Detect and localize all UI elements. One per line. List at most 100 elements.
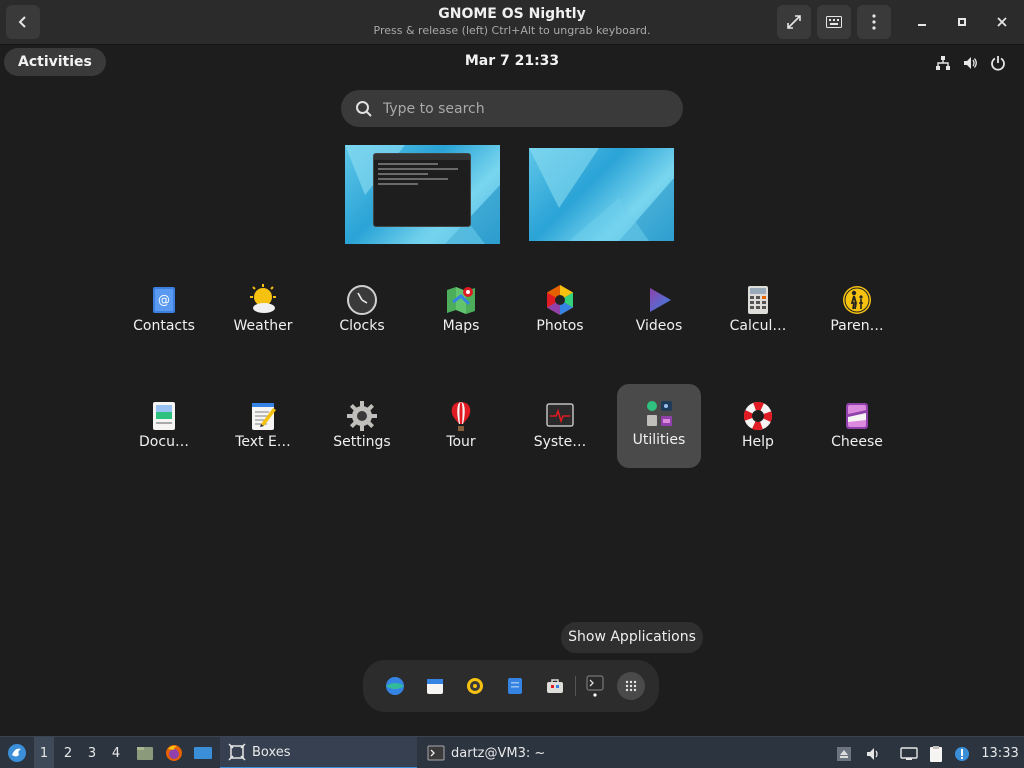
app-label: Help (742, 434, 774, 450)
launcher-files[interactable] (134, 737, 156, 768)
cheese-icon (846, 403, 868, 429)
boxes-icon (228, 743, 246, 761)
firefox-icon (166, 745, 182, 761)
kebab-menu-icon (872, 14, 876, 30)
workspace-1[interactable]: 1 (34, 737, 54, 768)
calculator-icon (748, 286, 768, 314)
minimize-icon (918, 24, 926, 26)
app-label: Photos (536, 318, 584, 334)
panel-clock[interactable]: Mar 7 21:33 (0, 53, 1024, 69)
app-text-editor[interactable]: Text E… (221, 386, 305, 470)
volume-icon[interactable] (864, 745, 882, 763)
web-browser-icon (386, 677, 404, 695)
search-bar[interactable] (341, 90, 683, 127)
workspace-thumbnail-2[interactable] (529, 148, 674, 241)
app-parental-controls[interactable]: Paren… (815, 270, 899, 354)
menu-button[interactable] (857, 5, 891, 39)
volume-icon[interactable] (961, 54, 979, 72)
workspace-2[interactable]: 2 (58, 737, 78, 768)
dash-software[interactable] (543, 674, 567, 698)
minimize-button[interactable] (908, 8, 936, 36)
dash-rhythmbox[interactable] (463, 674, 487, 698)
launcher-show-desktop[interactable] (192, 737, 214, 768)
weather-icon (250, 284, 276, 313)
app-label: Syste… (533, 434, 587, 450)
task-boxes[interactable]: Boxes (220, 737, 417, 768)
app-maps[interactable]: Maps (419, 270, 503, 354)
music-player-icon (467, 678, 483, 694)
app-label: Docu… (139, 434, 189, 450)
app-photos[interactable]: Photos (518, 270, 602, 354)
app-help[interactable]: Help (716, 386, 800, 470)
app-label: Text E… (235, 434, 291, 450)
dash-terminal[interactable] (583, 674, 607, 698)
app-grid-icon (625, 680, 637, 692)
dash-notes[interactable] (503, 674, 527, 698)
show-applications-button[interactable] (617, 672, 645, 700)
dash-web-browser[interactable] (383, 674, 407, 698)
search-icon (356, 101, 372, 117)
task-label: Boxes (252, 744, 291, 760)
workspace-thumbnail-1[interactable] (345, 145, 500, 244)
desktop-icon (194, 747, 212, 759)
start-menu-button[interactable] (4, 737, 30, 768)
clocks-icon (347, 285, 377, 315)
wallpaper-pattern (529, 148, 674, 241)
notification-icon[interactable] (953, 745, 971, 763)
show-applications-tooltip: Show Applications (561, 622, 703, 653)
keyboard-button[interactable] (817, 5, 851, 39)
terminal-icon (586, 675, 604, 697)
fullscreen-button[interactable] (777, 5, 811, 39)
eject-icon[interactable] (835, 745, 853, 763)
photos-icon (547, 285, 573, 315)
window-titlebar: GNOME OS Nightly Press & release (left) … (0, 0, 1024, 45)
text-editor-icon (252, 403, 276, 430)
task-terminal[interactable]: dartz@VM3: ~ (419, 737, 599, 768)
dash-calendar[interactable] (423, 674, 447, 698)
app-tour[interactable]: Tour (419, 386, 503, 470)
clipboard-icon[interactable] (927, 745, 945, 763)
maps-icon (447, 287, 475, 314)
power-icon[interactable] (989, 54, 1007, 72)
search-input[interactable] (383, 90, 673, 127)
document-icon (508, 678, 522, 694)
task-label: dartz@VM3: ~ (451, 745, 546, 761)
host-taskbar: 1 2 3 4 Boxes dartz@VM3: ~ 13:33 (0, 736, 1024, 768)
app-calculator[interactable]: Calcul… (716, 270, 800, 354)
file-manager-icon (137, 747, 153, 760)
launcher-firefox[interactable] (163, 737, 185, 768)
top-panel: Activities Mar 7 21:33 (0, 46, 1024, 78)
app-clocks[interactable]: Clocks (320, 270, 404, 354)
network-icon[interactable] (934, 54, 952, 72)
close-button[interactable] (988, 8, 1016, 36)
app-settings[interactable]: Settings (320, 386, 404, 470)
app-document-viewer[interactable]: Docu… (122, 386, 206, 470)
workspace-4[interactable]: 4 (106, 737, 126, 768)
terminal-window-thumbnail[interactable] (373, 153, 471, 227)
taskbar-clock[interactable]: 13:33 (978, 737, 1022, 768)
distro-logo-icon (8, 744, 26, 762)
help-lifebuoy-icon (743, 401, 773, 431)
app-weather[interactable]: Weather (221, 270, 305, 354)
keyboard-icon (826, 16, 842, 28)
app-label: Utilities (632, 432, 686, 448)
network-wired-icon[interactable] (900, 745, 918, 763)
app-system-monitor[interactable]: Syste… (518, 386, 602, 470)
calendar-icon (427, 679, 443, 694)
parental-controls-icon (843, 286, 871, 314)
app-contacts[interactable]: @ Contacts (122, 270, 206, 354)
app-label: Clocks (339, 318, 385, 334)
document-viewer-icon (153, 402, 175, 430)
maximize-icon (958, 18, 966, 26)
maximize-button[interactable] (948, 8, 976, 36)
software-bag-icon (547, 679, 563, 693)
workspace-3[interactable]: 3 (82, 737, 102, 768)
app-label: Maps (442, 318, 480, 334)
app-label: Weather (233, 318, 293, 334)
app-cheese[interactable]: Cheese (815, 386, 899, 470)
system-monitor-icon (546, 403, 574, 427)
terminal-icon (427, 745, 445, 761)
app-folder-utilities[interactable]: Utilities (617, 384, 701, 468)
app-videos[interactable]: Videos (617, 270, 701, 354)
app-label: Paren… (830, 318, 884, 334)
